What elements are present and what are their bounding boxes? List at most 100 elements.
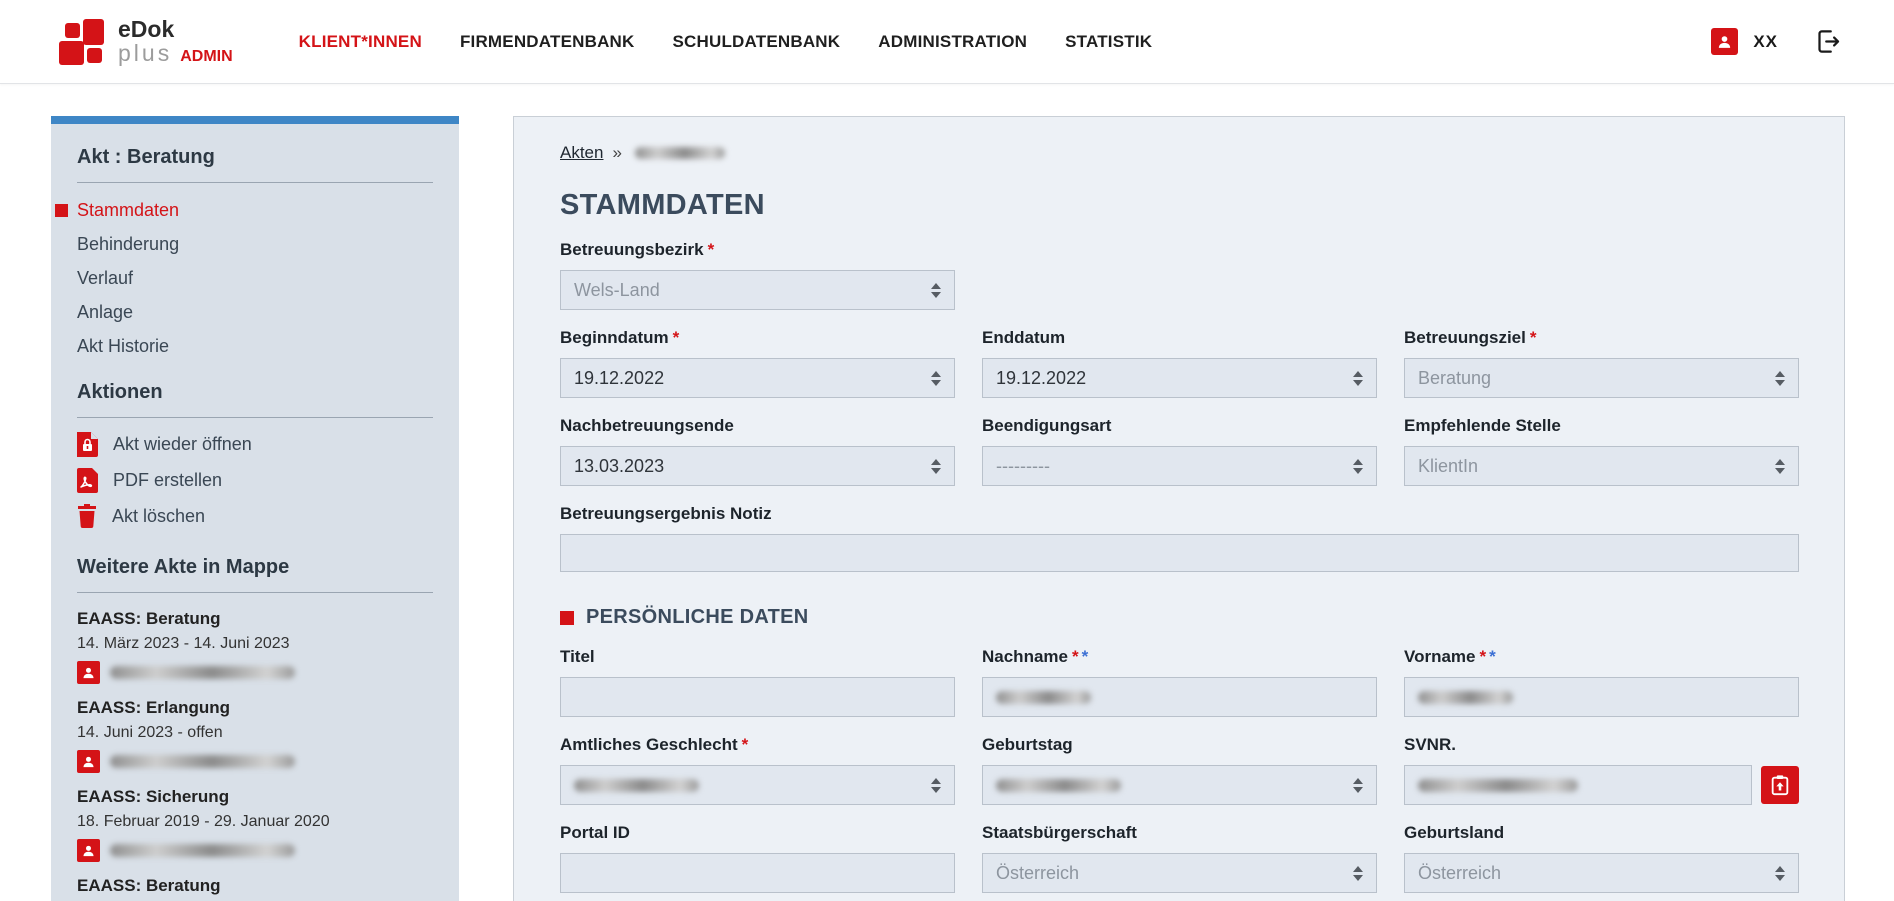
select-arrows-icon: [1353, 778, 1363, 793]
svnr-input[interactable]: [1404, 765, 1752, 805]
user-avatar-icon[interactable]: [1711, 28, 1738, 55]
empfehlende-stelle-select[interactable]: KlientIn: [1404, 446, 1799, 486]
nav-firmendatenbank[interactable]: FIRMENDATENBANK: [460, 32, 635, 52]
logo-blocks-icon: [52, 14, 110, 70]
field-nachname: Nachname**: [982, 647, 1377, 717]
field-nachbetreuungsende: Nachbetreuungsende 13.03.2023: [560, 416, 955, 486]
vorname-input[interactable]: [1404, 677, 1799, 717]
redacted-geburtstag-value: [996, 779, 1121, 792]
user-initials: XX: [1753, 32, 1778, 52]
beendigungsart-select[interactable]: ---------: [982, 446, 1377, 486]
trash-icon: [77, 504, 97, 528]
app-logo: eDok plus ADMIN: [52, 14, 233, 70]
redacted-geschlecht-value: [574, 779, 699, 792]
sidebar-more-title: Weitere Akte in Mappe: [77, 556, 433, 593]
field-beginndatum: Beginndatum* 19.12.2022: [560, 328, 955, 398]
sidebar-item-stammdaten[interactable]: Stammdaten: [77, 193, 433, 227]
field-betreuungsergebnis-notiz: Betreuungsergebnis Notiz: [560, 504, 1799, 572]
record-item[interactable]: EAASS: Beratung 14. März 2023 - 14. Juni…: [77, 609, 433, 684]
portal-id-input[interactable]: [560, 853, 955, 893]
betreuungsbezirk-select[interactable]: Wels-Land: [560, 270, 955, 310]
staatsbuergerschaft-select[interactable]: Österreich: [982, 853, 1377, 893]
person-icon: [77, 661, 100, 684]
redacted-person-name: [110, 844, 295, 857]
select-arrows-icon: [931, 371, 941, 386]
logo-admin-badge: ADMIN: [180, 49, 232, 66]
amtliches-geschlecht-select[interactable]: [560, 765, 955, 805]
active-marker-icon: [55, 204, 68, 217]
sidebar-menu: Stammdaten Behinderung Verlauf Anlage Ak…: [77, 193, 433, 363]
logo-text-edok: eDok: [118, 17, 233, 41]
person-icon: [77, 839, 100, 862]
field-portal-id: Portal ID: [560, 823, 955, 893]
redacted-person-name: [110, 666, 295, 679]
field-geburtsland: Geburtsland Österreich: [1404, 823, 1799, 893]
sidebar: Akt : Beratung Stammdaten Behinderung Ve…: [51, 116, 459, 901]
clipboard-up-icon: [1769, 774, 1791, 796]
record-item[interactable]: EAASS: Erlangung 14. Juni 2023 - offen: [77, 698, 433, 773]
record-item[interactable]: EAASS: Sicherung 18. Februar 2019 - 29. …: [77, 787, 433, 862]
field-staatsbuergerschaft: Staatsbürgerschaft Österreich: [982, 823, 1377, 893]
nav-klientinnen[interactable]: KLIENT*INNEN: [299, 32, 422, 52]
field-geburtstag: Geburtstag: [982, 735, 1377, 805]
select-arrows-icon: [1775, 371, 1785, 386]
select-arrows-icon: [931, 283, 941, 298]
record-item[interactable]: EAASS: Beratung 14. Januar 2019 - 12. Fe…: [77, 876, 433, 901]
svnr-clipboard-button[interactable]: [1761, 766, 1799, 804]
geburtsland-select[interactable]: Österreich: [1404, 853, 1799, 893]
select-arrows-icon: [1775, 459, 1785, 474]
breadcrumb-akten-link[interactable]: Akten: [560, 143, 603, 163]
redacted-svnr-value: [1418, 779, 1578, 792]
select-arrows-icon: [1775, 866, 1785, 881]
redacted-person-name: [110, 755, 295, 768]
person-icon: [77, 750, 100, 773]
breadcrumb-separator: »: [612, 143, 621, 163]
breadcrumb: Akten »: [560, 143, 1798, 163]
sidebar-item-akt-historie[interactable]: Akt Historie: [77, 329, 433, 363]
nachname-input[interactable]: [982, 677, 1377, 717]
field-beendigungsart: Beendigungsart ---------: [982, 416, 1377, 486]
redacted-vorname-value: [1418, 691, 1513, 704]
nav-schuldatenbank[interactable]: SCHULDATENBANK: [673, 32, 841, 52]
betreuungsergebnis-notiz-input[interactable]: [560, 534, 1799, 572]
nav-administration[interactable]: ADMINISTRATION: [878, 32, 1027, 52]
sidebar-title: Akt : Beratung: [77, 124, 433, 183]
sidebar-accent-bar: [51, 116, 459, 124]
select-arrows-icon: [1353, 371, 1363, 386]
sidebar-item-verlauf[interactable]: Verlauf: [77, 261, 433, 295]
field-svnr: SVNR.: [1404, 735, 1799, 805]
select-arrows-icon: [931, 459, 941, 474]
field-titel: Titel: [560, 647, 955, 717]
redacted-breadcrumb-name: [635, 147, 725, 159]
field-empfehlende-stelle: Empfehlende Stelle KlientIn: [1404, 416, 1799, 486]
field-betreuungsbezirk: Betreuungsbezirk* Wels-Land: [560, 240, 955, 310]
sidebar-item-behinderung[interactable]: Behinderung: [77, 227, 433, 261]
app-header: eDok plus ADMIN KLIENT*INNEN FIRMENDATEN…: [0, 0, 1894, 84]
betreuungsziel-select[interactable]: Beratung: [1404, 358, 1799, 398]
field-betreuungsziel: Betreuungsziel* Beratung: [1404, 328, 1799, 398]
select-arrows-icon: [931, 778, 941, 793]
beginndatum-select[interactable]: 19.12.2022: [560, 358, 955, 398]
sidebar-actions-title: Aktionen: [77, 381, 433, 418]
nachbetreuungsende-select[interactable]: 13.03.2023: [560, 446, 955, 486]
titel-input[interactable]: [560, 677, 955, 717]
action-pdf-erstellen[interactable]: PDF erstellen: [77, 462, 433, 498]
main-nav: KLIENT*INNEN FIRMENDATENBANK SCHULDATENB…: [299, 32, 1153, 52]
select-arrows-icon: [1353, 459, 1363, 474]
sidebar-item-anlage[interactable]: Anlage: [77, 295, 433, 329]
enddatum-select[interactable]: 19.12.2022: [982, 358, 1377, 398]
select-arrows-icon: [1353, 866, 1363, 881]
section-persoenliche-daten: PERSÖNLICHE DATEN: [560, 606, 1798, 629]
pdf-icon: [77, 468, 98, 493]
nav-statistik[interactable]: STATISTIK: [1065, 32, 1152, 52]
action-akt-wieder-oeffnen[interactable]: Akt wieder öffnen: [77, 426, 433, 462]
geburtstag-select[interactable]: [982, 765, 1377, 805]
section-marker-icon: [560, 611, 574, 625]
redacted-nachname-value: [996, 691, 1091, 704]
field-amtliches-geschlecht: Amtliches Geschlecht*: [560, 735, 955, 805]
file-lock-icon: [77, 432, 98, 457]
page-title: STAMMDATEN: [560, 189, 1798, 222]
field-vorname: Vorname**: [1404, 647, 1799, 717]
logout-icon[interactable]: [1815, 28, 1842, 55]
action-akt-loeschen[interactable]: Akt löschen: [77, 498, 433, 534]
